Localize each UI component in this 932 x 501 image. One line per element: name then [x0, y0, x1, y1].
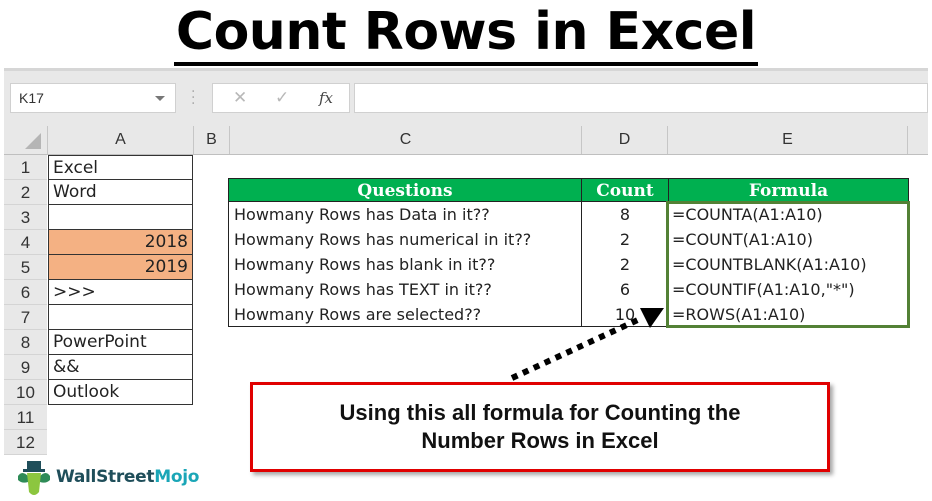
arrow-head: [640, 308, 664, 328]
wallstreetmojo-logo: WallStreetMojo: [12, 460, 212, 500]
arrow-line: [510, 315, 644, 381]
logo-text-mojo: Mojo: [154, 467, 200, 487]
logo-text-wallstreet: WallStreet: [56, 467, 155, 487]
mojo-mascot-icon: [18, 461, 50, 495]
callout-line-2: Number Rows in Excel: [421, 428, 659, 453]
logo-text: WallStreetMojo: [56, 467, 199, 487]
callout-line-1: Using this all formula for Counting the: [339, 400, 741, 425]
callout-box: Using this all formula for Counting the …: [250, 382, 830, 472]
